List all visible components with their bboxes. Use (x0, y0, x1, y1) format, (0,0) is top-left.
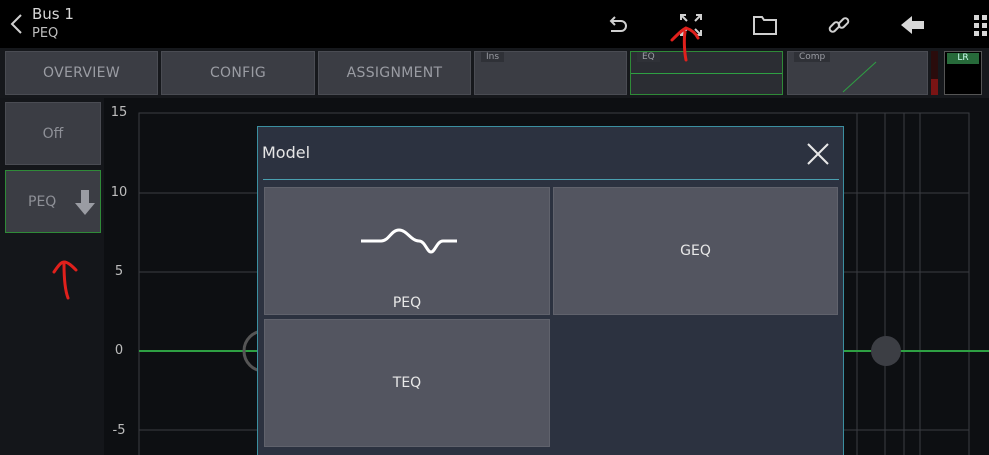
lr-label: LR (947, 53, 979, 64)
eq-mini-curve (631, 73, 782, 74)
tab-overview[interactable]: OVERVIEW (5, 51, 158, 95)
undo-icon[interactable] (604, 12, 630, 38)
y-tick-5: 5 (114, 264, 124, 279)
top-bar: Bus 1 PEQ (0, 0, 989, 48)
red-arrow-annotation-sidebar (52, 260, 78, 300)
folder-icon[interactable] (752, 12, 778, 38)
comp-mini-curve (842, 61, 877, 93)
level-meter (931, 51, 938, 95)
comp-panel[interactable]: Comp (787, 51, 928, 95)
dialog-title: Model (262, 143, 311, 162)
off-button[interactable]: Off (5, 102, 101, 165)
arrow-left-icon[interactable] (900, 12, 926, 38)
model-dialog: Model PEQ GEQ TEQ (257, 126, 844, 455)
tab-config[interactable]: CONFIG (161, 51, 315, 95)
channel-subtitle: PEQ (32, 26, 59, 41)
close-icon[interactable] (805, 141, 831, 167)
model-option-peq[interactable]: PEQ (264, 187, 550, 315)
y-tick-0: 0 (114, 343, 124, 358)
peq-curve-icon (361, 228, 457, 254)
ins-label: Ins (481, 52, 505, 62)
peq-button-label: PEQ (28, 193, 57, 210)
back-chevron-icon[interactable] (8, 12, 26, 36)
tab-assignment[interactable]: ASSIGNMENT (318, 51, 471, 95)
red-arrow-annotation-top (670, 26, 700, 62)
model-option-geq[interactable]: GEQ (553, 187, 838, 315)
arrow-down-icon (75, 190, 95, 215)
option-label-peq: PEQ (392, 295, 422, 311)
eq-label: EQ (637, 52, 660, 62)
y-tick-minus5: -5 (112, 423, 126, 438)
option-label-teq: TEQ (392, 375, 422, 391)
y-tick-10: 10 (110, 185, 128, 200)
lr-meter[interactable]: LR (944, 51, 982, 95)
grid-menu-icon[interactable] (972, 12, 989, 38)
peq-button[interactable]: PEQ (5, 170, 101, 233)
ins-panel[interactable]: Ins (474, 51, 627, 95)
tabs-row: OVERVIEW CONFIG ASSIGNMENT Ins EQ Comp (0, 48, 989, 98)
option-label-geq: GEQ (680, 243, 711, 259)
eq-panel[interactable]: EQ (630, 51, 783, 95)
link-icon[interactable] (826, 12, 852, 38)
y-tick-15: 15 (110, 105, 128, 120)
model-option-teq[interactable]: TEQ (264, 319, 550, 447)
dialog-divider (263, 179, 839, 180)
band-handle-high (871, 336, 901, 366)
channel-title: Bus 1 (32, 5, 74, 23)
